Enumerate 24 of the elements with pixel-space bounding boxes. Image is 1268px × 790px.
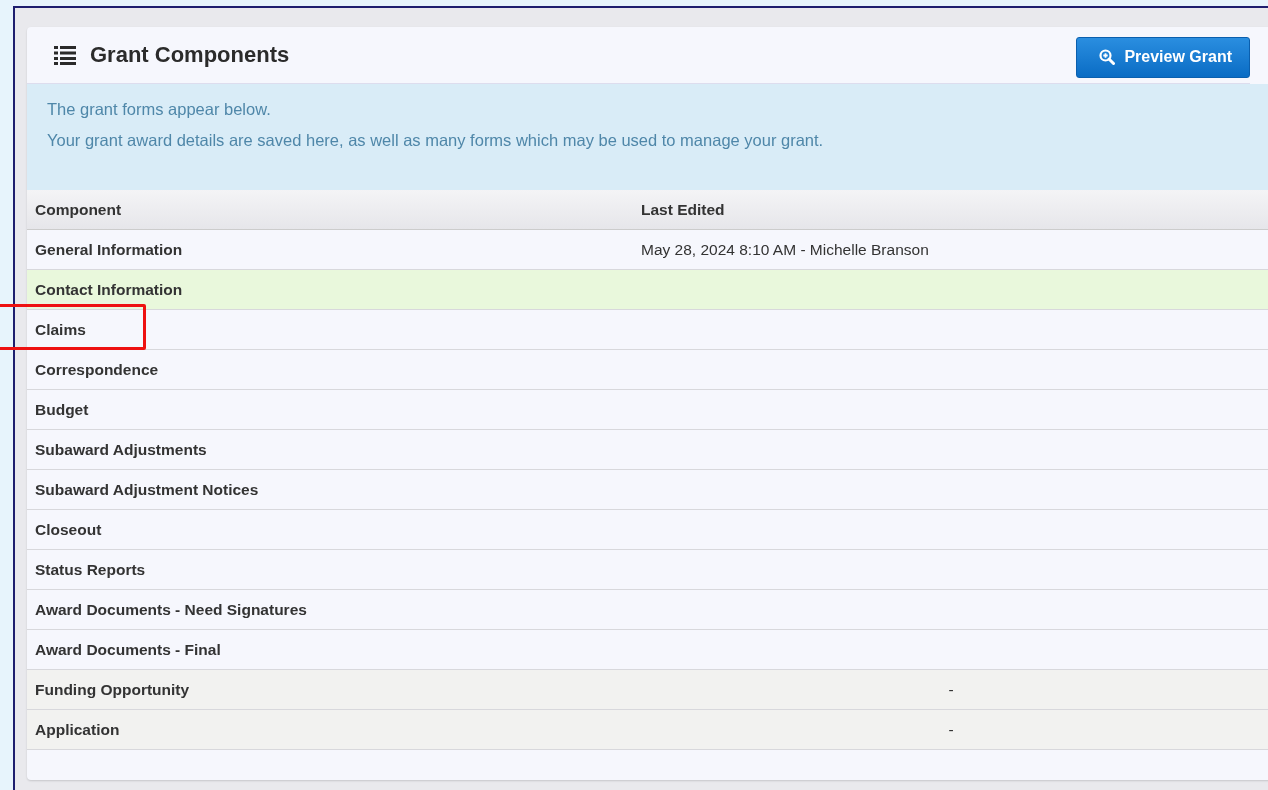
table-cell: - [948, 680, 954, 699]
component-link[interactable]: Claims [35, 320, 86, 339]
component-link[interactable]: Status Reports [35, 560, 146, 579]
component-link[interactable]: Closeout [35, 520, 102, 539]
component-link[interactable]: Budget [35, 400, 89, 419]
table-cell: - [948, 720, 954, 739]
component-link[interactable]: Award Documents - Need Signatures [35, 600, 307, 619]
table-cell: May 28, 2024 8:10 AM - Michelle Branson [641, 240, 929, 259]
component-link[interactable]: Award Documents - Final [35, 640, 221, 659]
component-link[interactable]: Funding Opportunity [35, 680, 190, 699]
zoom-in-icon [1099, 49, 1116, 65]
component-link[interactable]: Subaward Adjustment Notices [35, 480, 259, 499]
column-header: Last Edited [641, 200, 725, 219]
preview-grant-button[interactable]: Preview Grant [1076, 36, 1250, 78]
list-icon [54, 45, 76, 65]
component-link[interactable]: Subaward Adjustments [35, 440, 207, 459]
info-text: The grant forms appear below. [47, 100, 272, 119]
component-link[interactable]: General Information [35, 240, 183, 259]
info-text: Your grant award details are saved here, as well as many forms which may be used to manage your grant. [47, 131, 825, 150]
component-link[interactable]: Application [35, 720, 120, 739]
component-link[interactable]: Contact Information [35, 280, 183, 299]
column-header: Component [35, 200, 122, 219]
panel-title: Grant Components [90, 42, 290, 68]
component-link[interactable]: Correspondence [35, 360, 159, 379]
